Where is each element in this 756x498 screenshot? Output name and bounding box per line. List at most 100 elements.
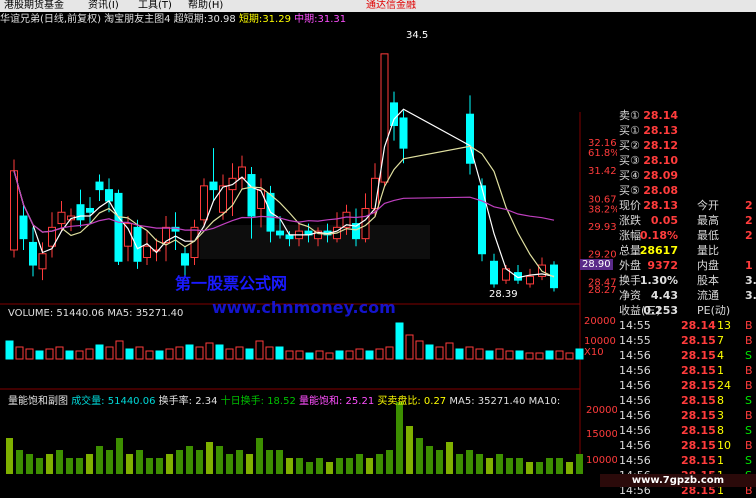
saturation-bar — [266, 450, 273, 474]
saturation-bar — [36, 458, 43, 474]
tick-volume: 1 — [717, 454, 724, 467]
order-book-row: 买② 28.12 — [617, 138, 756, 153]
saturation-bar — [16, 450, 23, 474]
tick-row: 14:56 28.151 S — [617, 453, 756, 468]
stat-value: 0.18% — [639, 229, 678, 242]
menu-news[interactable]: 资讯(I) — [88, 0, 119, 12]
fib-tick: 38.2% — [588, 204, 617, 215]
saturation-bar — [66, 458, 73, 474]
low-annotation: 28.39 — [489, 289, 518, 300]
volume-bar — [265, 346, 274, 360]
order-price: 28.09 — [643, 169, 678, 182]
tick-time: 14:56 — [619, 409, 651, 422]
tick-row: 14:56 28.15 8 S — [617, 393, 756, 408]
saturation-bar — [456, 454, 463, 474]
order-book-row: 买⑤ 28.08 — [617, 183, 756, 198]
tick-volume: 8 — [717, 424, 724, 437]
volume-tick: X10 — [584, 347, 604, 358]
stat-label: 涨跌 — [619, 214, 641, 227]
bottom-pane-item: 换手率: 2.34 — [158, 396, 221, 407]
order-book-row: 买③ 28.10 — [617, 153, 756, 168]
stat-value: 1 — [745, 259, 753, 272]
candle — [19, 215, 28, 240]
saturation-bar — [176, 450, 183, 474]
tick-row: 14:56 28.15 10 B — [617, 438, 756, 453]
stock-name: 华谊兄弟(日线,前复权) — [0, 14, 101, 25]
bottom-pane-item: 量能饱和: 25.21 — [299, 396, 378, 407]
saturation-bar — [566, 462, 573, 474]
candle — [10, 170, 18, 251]
stat-label: 最低 — [697, 229, 719, 242]
brand-label: 通达信金融 — [366, 0, 416, 11]
tick-price: 28.15 — [681, 349, 716, 362]
volume-bar — [105, 346, 114, 360]
stat-label: 净资 — [619, 289, 641, 302]
saturation-bar — [216, 446, 223, 474]
menu-tools[interactable]: 工具(T) — [138, 0, 172, 12]
volume-bar — [535, 352, 544, 360]
candle — [247, 174, 256, 217]
volume-bar — [385, 346, 394, 360]
volume-bar — [395, 322, 404, 360]
saturation-bar — [166, 454, 173, 474]
volume-bar — [225, 348, 234, 360]
volume-bar — [85, 348, 94, 360]
saturation-bar — [316, 458, 323, 474]
tick-volume: 7 — [717, 334, 724, 347]
stat-value: 0.05 — [650, 214, 678, 227]
menu-futures[interactable]: 港股期货基金 — [4, 0, 64, 12]
tick-time: 14:56 — [619, 349, 651, 362]
short-value: 31.29 — [262, 14, 291, 25]
stat-label: 换手 — [619, 274, 641, 287]
bottom-pane-item: 成交量: 51440.06 — [71, 396, 159, 407]
saturation-bar — [196, 450, 203, 474]
candle — [86, 207, 94, 213]
order-label: 买② — [619, 139, 640, 152]
stat-label: 涨幅 — [619, 229, 641, 242]
candle — [57, 211, 66, 225]
bottom-tick: 15000 — [586, 429, 617, 440]
tick-side: B — [745, 364, 753, 377]
price-tick: 29.93 — [588, 222, 617, 233]
tick-row: 14:56 28.15 24 B — [617, 378, 756, 393]
tick-time: 14:55 — [619, 334, 651, 347]
volume-bar — [115, 340, 124, 360]
fib-tick: 61.8% — [588, 148, 617, 159]
overlay-box — [200, 225, 430, 259]
stat-value: 28.13 — [643, 199, 678, 212]
tick-price: 28.15 — [681, 334, 716, 347]
tick-price: 28.15 — [681, 424, 716, 437]
saturation-bar — [116, 438, 123, 474]
candle — [95, 181, 104, 191]
volume-bar — [215, 344, 224, 360]
candle — [105, 189, 113, 202]
volume-bar — [455, 348, 464, 360]
stat-label: 总量 — [619, 244, 641, 257]
bottom-pane-item: 买卖盘比: 0.27 — [377, 396, 450, 407]
quote-stat-row: 涨跌 0.05 最高 2 — [617, 213, 756, 228]
tick-price: 28.15 — [681, 364, 716, 377]
saturation-bar — [306, 462, 313, 474]
saturation-bar — [486, 458, 493, 474]
chart-title-bar: 华谊兄弟(日线,前复权) 淘宝朋友主图4 超短期:30.98 短期:31.29 … — [0, 13, 430, 27]
stat-label: 流通 — [697, 289, 719, 302]
order-price: 28.12 — [643, 139, 678, 152]
volume-bar — [465, 346, 474, 360]
saturation-bar — [286, 458, 293, 474]
volume-tick: 20000 — [584, 316, 616, 327]
tick-price: 28.14 — [681, 319, 716, 332]
ultra-label: 超短期: — [173, 14, 208, 25]
volume-tick: 10000 — [584, 336, 616, 347]
volume-bar — [375, 348, 384, 360]
saturation-bar — [436, 450, 443, 474]
stat-value: 2 — [745, 229, 753, 242]
stat-value: 3. — [745, 289, 756, 302]
menu-help[interactable]: 帮助(H) — [188, 0, 223, 12]
volume-bar — [285, 350, 294, 360]
watermark-site: 第一股票公式网 — [175, 274, 288, 293]
volume-bar — [155, 350, 164, 360]
volume-bar — [405, 334, 414, 360]
tick-volume: 8 — [717, 394, 724, 407]
quote-stat-row: 收益(三) 0.253 PE(动) — [617, 303, 756, 318]
ultra-value: 30.98 — [207, 14, 236, 25]
